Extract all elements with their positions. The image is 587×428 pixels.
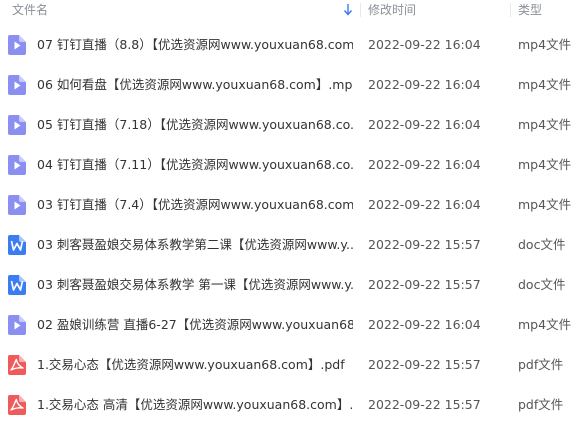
file-name[interactable]: 07 钉钉直播（8.8）【优选资源网www.youxuan68.com...	[37, 25, 353, 65]
file-row[interactable]: 03 刺客聂盈娘交易体系教学 第一课【优选资源网www.y... 2022-09-…	[0, 265, 587, 305]
video-file-icon	[8, 315, 26, 335]
file-type: pdf文件	[518, 357, 564, 372]
file-list: 07 钉钉直播（8.8）【优选资源网www.youxuan68.com... 20…	[0, 25, 587, 425]
file-modified-time: 2022-09-22 16:04	[368, 37, 481, 52]
file-type: doc文件	[518, 277, 566, 292]
file-list-header: 文件名 修改时间 类型	[0, 0, 587, 20]
file-name[interactable]: 1.交易心态【优选资源网www.youxuan68.com】.pdf	[37, 345, 353, 385]
file-name[interactable]: 04 钉钉直播（7.11）【优选资源网www.youxuan68.co...	[37, 145, 353, 185]
file-type: mp4文件	[518, 197, 572, 212]
file-type: mp4文件	[518, 157, 572, 172]
file-row[interactable]: 03 钉钉直播（7.4）【优选资源网www.youxuan68.com... 20…	[0, 185, 587, 225]
file-name[interactable]: 03 钉钉直播（7.4）【优选资源网www.youxuan68.com...	[37, 185, 353, 225]
file-name[interactable]: 02 盈娘训练营 直播6-27【优选资源网www.youxuan68....	[37, 305, 353, 345]
video-file-icon	[8, 115, 26, 135]
file-name[interactable]: 03 刺客聂盈娘交易体系教学第二课【优选资源网www.y...	[37, 225, 353, 265]
file-modified-time: 2022-09-22 15:57	[368, 237, 481, 252]
file-modified-time: 2022-09-22 16:04	[368, 157, 481, 172]
file-type: pdf文件	[518, 397, 564, 412]
file-row[interactable]: 07 钉钉直播（8.8）【优选资源网www.youxuan68.com... 20…	[0, 25, 587, 65]
file-type: mp4文件	[518, 317, 572, 332]
file-modified-time: 2022-09-22 16:04	[368, 77, 481, 92]
file-name[interactable]: 03 刺客聂盈娘交易体系教学 第一课【优选资源网www.y...	[37, 265, 353, 305]
file-row[interactable]: 05 钉钉直播（7.18）【优选资源网www.youxuan68.co... 20…	[0, 105, 587, 145]
pdf-file-icon	[8, 355, 26, 375]
sort-descending-icon[interactable]	[343, 3, 353, 17]
file-row[interactable]: 04 钉钉直播（7.11）【优选资源网www.youxuan68.co... 20…	[0, 145, 587, 185]
column-header-modified-time[interactable]: 修改时间	[368, 0, 508, 20]
file-modified-time: 2022-09-22 16:04	[368, 317, 481, 332]
file-modified-time: 2022-09-22 15:57	[368, 357, 481, 372]
file-name[interactable]: 1.交易心态 高清【优选资源网www.youxuan68.com】.p...	[37, 385, 353, 425]
file-modified-time: 2022-09-22 15:57	[368, 277, 481, 292]
file-modified-time: 2022-09-22 15:57	[368, 397, 481, 412]
video-file-icon	[8, 155, 26, 175]
file-type: mp4文件	[518, 77, 572, 92]
file-modified-time: 2022-09-22 16:04	[368, 117, 481, 132]
video-file-icon	[8, 195, 26, 215]
file-type: mp4文件	[518, 117, 572, 132]
column-divider[interactable]	[510, 3, 511, 17]
file-row[interactable]: 1.交易心态【优选资源网www.youxuan68.com】.pdf 2022-0…	[0, 345, 587, 385]
pdf-file-icon	[8, 395, 26, 415]
file-name[interactable]: 05 钉钉直播（7.18）【优选资源网www.youxuan68.co...	[37, 105, 353, 145]
file-row[interactable]: 06 如何看盘【优选资源网www.youxuan68.com】.mp4 2022-…	[0, 65, 587, 105]
file-modified-time: 2022-09-22 16:04	[368, 197, 481, 212]
word-file-icon	[8, 275, 26, 295]
column-header-type[interactable]: 类型	[518, 0, 578, 20]
word-file-icon	[8, 235, 26, 255]
file-row[interactable]: 02 盈娘训练营 直播6-27【优选资源网www.youxuan68.... 20…	[0, 305, 587, 345]
video-file-icon	[8, 35, 26, 55]
file-row[interactable]: 1.交易心态 高清【优选资源网www.youxuan68.com】.p... 20…	[0, 385, 587, 425]
video-file-icon	[8, 75, 26, 95]
file-row[interactable]: 03 刺客聂盈娘交易体系教学第二课【优选资源网www.y... 2022-09-2…	[0, 225, 587, 265]
column-divider[interactable]	[360, 3, 361, 17]
file-type: mp4文件	[518, 37, 572, 52]
file-type: doc文件	[518, 237, 566, 252]
column-header-name[interactable]: 文件名	[12, 0, 357, 20]
file-name[interactable]: 06 如何看盘【优选资源网www.youxuan68.com】.mp4	[37, 65, 353, 105]
